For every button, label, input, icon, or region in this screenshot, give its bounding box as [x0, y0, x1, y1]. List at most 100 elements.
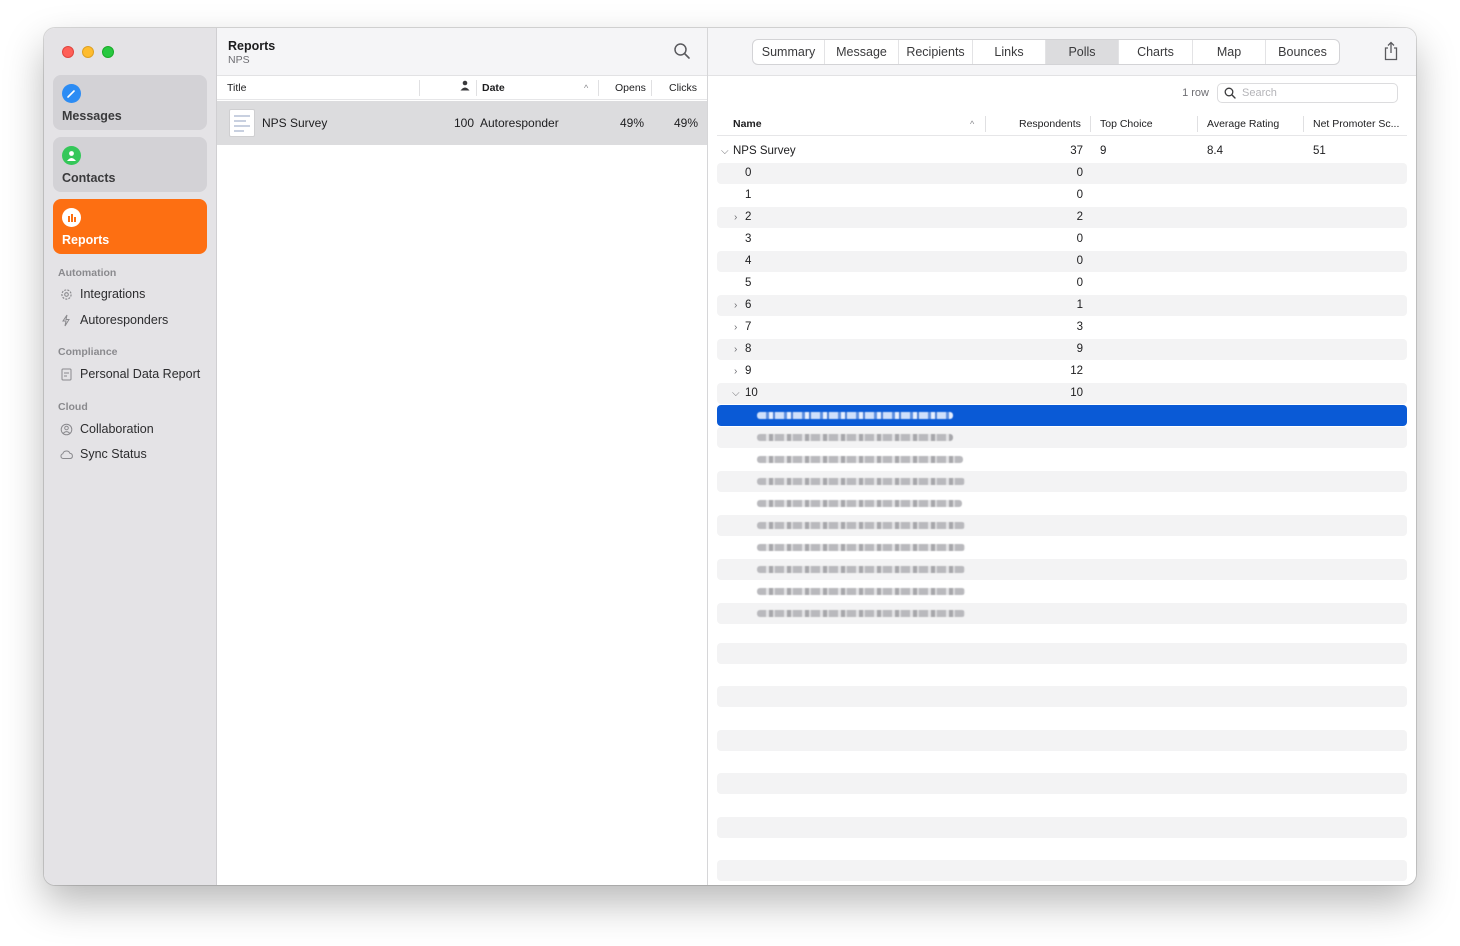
empty-row [717, 773, 1407, 794]
choice-label: 9 [745, 365, 752, 377]
respondent-row[interactable] [717, 515, 1407, 536]
sidebar-item-sync-status[interactable]: Sync Status [58, 444, 147, 464]
sidebar-tile-reports[interactable]: Reports [53, 199, 207, 254]
search-input[interactable] [1242, 85, 1392, 101]
sidebar-item-autoresponders[interactable]: Autoresponders [58, 310, 168, 330]
respondent-row[interactable] [717, 449, 1407, 470]
respondent-row[interactable] [717, 559, 1407, 580]
close-window-button[interactable] [62, 46, 74, 58]
person-icon [460, 80, 470, 91]
minimize-window-button[interactable] [82, 46, 94, 58]
sidebar-item-label: Personal Data Report [80, 367, 201, 381]
page-subtitle: NPS [228, 54, 250, 66]
respondent-row[interactable] [717, 537, 1407, 558]
redacted-email [757, 434, 953, 441]
choice-row[interactable]: 3 0 [717, 229, 1407, 250]
poll-respondents: 37 [1070, 145, 1083, 157]
respondent-row[interactable] [717, 603, 1407, 624]
choice-count: 1 [1076, 299, 1083, 311]
polls-search-box[interactable] [1217, 83, 1398, 103]
tab-summary[interactable]: Summary [753, 40, 825, 64]
report-date: Autoresponder [480, 116, 559, 130]
bolt-icon [58, 312, 74, 328]
choice-label: 2 [745, 211, 752, 223]
redacted-email [757, 566, 965, 573]
choice-label: 3 [745, 233, 752, 245]
column-header-average-rating[interactable]: Average Rating [1207, 112, 1279, 136]
choice-label: 0 [745, 167, 752, 179]
table-row[interactable]: NPS Survey 100 Autoresponder 49% 49% [217, 101, 707, 145]
sidebar-tile-label: Messages [62, 109, 122, 123]
choice-row[interactable]: › 9 12 [717, 361, 1407, 382]
sidebar-item-label: Autoresponders [80, 313, 169, 327]
chevron-right-icon[interactable]: › [734, 361, 737, 382]
choice-row[interactable]: 1 0 [717, 185, 1407, 206]
redacted-email [757, 588, 965, 595]
sidebar-tile-messages[interactable]: Messages [53, 75, 207, 130]
sidebar-section-automation: Automation [58, 267, 117, 279]
sort-ascending-icon: ^ [970, 119, 975, 129]
choice-row[interactable]: › 6 1 [717, 295, 1407, 316]
choice-count: 0 [1076, 255, 1083, 267]
respondent-row[interactable] [717, 493, 1407, 514]
column-header-opens[interactable]: Opens [615, 76, 646, 100]
zoom-window-button[interactable] [102, 46, 114, 58]
choice-row[interactable]: ⌵ 10 10 [717, 383, 1407, 404]
sidebar-tile-label: Contacts [62, 171, 116, 185]
chevron-right-icon[interactable]: › [734, 317, 737, 338]
respondent-row[interactable] [717, 427, 1407, 448]
redacted-email [757, 500, 962, 507]
poll-row[interactable]: ⌵ NPS Survey 37 9 8.4 51 [717, 141, 1407, 162]
choice-row[interactable]: › 8 9 [717, 339, 1407, 360]
reports-list-header: Reports NPS [217, 28, 707, 76]
respondent-row[interactable] [717, 405, 1407, 426]
choice-row[interactable]: 0 0 [717, 163, 1407, 184]
chevron-right-icon[interactable]: › [734, 339, 737, 360]
respondent-row[interactable] [717, 471, 1407, 492]
sidebar-item-integrations[interactable]: Integrations [58, 284, 145, 304]
column-header-title[interactable]: Title [227, 76, 246, 100]
sidebar-item-collaboration[interactable]: Collaboration [58, 419, 154, 439]
search-button[interactable] [673, 42, 691, 60]
search-icon [1224, 87, 1236, 99]
reports-table-header: Title Date ^ Opens Clicks [217, 76, 707, 100]
column-header-respondents[interactable]: Respondents [1019, 112, 1081, 136]
column-header-recipients[interactable] [460, 80, 470, 94]
reports-list-pane: Reports NPS Title Date ^ Opens Clicks NP… [217, 28, 708, 885]
column-header-net-promoter-score[interactable]: Net Promoter Sc... [1313, 112, 1399, 136]
respondent-row[interactable] [717, 581, 1407, 602]
tab-links[interactable]: Links [973, 40, 1046, 64]
chevron-right-icon[interactable]: › [734, 207, 737, 228]
poll-average-rating: 8.4 [1207, 145, 1223, 157]
column-header-date[interactable]: Date [482, 76, 505, 100]
tab-recipients[interactable]: Recipients [899, 40, 973, 64]
choice-row[interactable]: › 2 2 [717, 207, 1407, 228]
report-opens: 49% [620, 116, 645, 130]
sidebar-tile-contacts[interactable]: Contacts [53, 137, 207, 192]
report-title: NPS Survey [262, 116, 328, 130]
chevron-down-icon[interactable]: ⌵ [732, 383, 740, 404]
chevron-right-icon[interactable]: › [734, 295, 737, 316]
choice-row[interactable]: › 7 3 [717, 317, 1407, 338]
window-controls [62, 46, 114, 58]
redacted-email [757, 478, 965, 485]
chevron-down-icon[interactable]: ⌵ [721, 141, 729, 162]
tab-message[interactable]: Message [825, 40, 899, 64]
tab-polls[interactable]: Polls [1046, 40, 1119, 64]
empty-row [717, 860, 1407, 881]
column-header-top-choice[interactable]: Top Choice [1100, 112, 1153, 136]
sidebar-item-label: Sync Status [80, 447, 147, 461]
tab-map[interactable]: Map [1193, 40, 1266, 64]
choice-label: 6 [745, 299, 752, 311]
share-button[interactable] [1382, 41, 1400, 61]
column-header-name[interactable]: Name [733, 112, 762, 136]
sidebar-item-personal-data-report[interactable]: Personal Data Report [58, 364, 200, 384]
tab-bounces[interactable]: Bounces [1266, 40, 1339, 64]
choice-row[interactable]: 5 0 [717, 273, 1407, 294]
sidebar-item-label: Collaboration [80, 422, 154, 436]
empty-row [717, 643, 1407, 664]
column-header-clicks[interactable]: Clicks [669, 76, 697, 100]
choice-row[interactable]: 4 0 [717, 251, 1407, 272]
redacted-email [757, 610, 965, 617]
tab-charts[interactable]: Charts [1119, 40, 1193, 64]
